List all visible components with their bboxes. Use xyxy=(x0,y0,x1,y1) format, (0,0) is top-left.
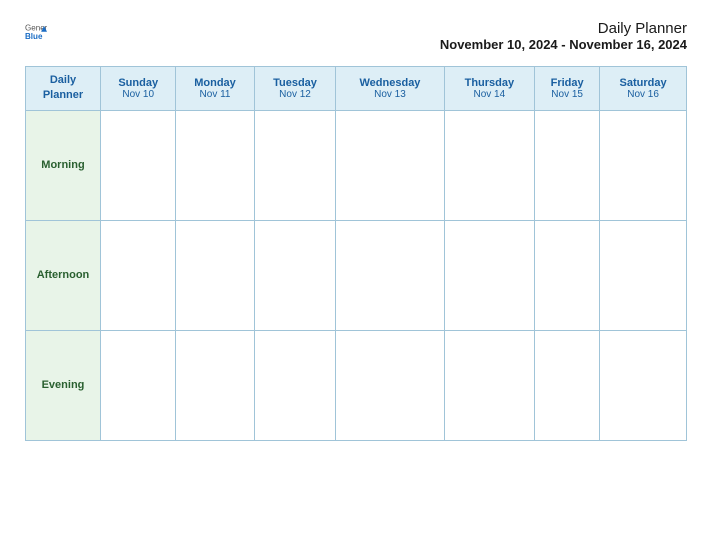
cell-evening-wednesday[interactable] xyxy=(336,330,444,440)
row-label-morning: Morning xyxy=(26,110,101,220)
cell-evening-friday[interactable] xyxy=(535,330,600,440)
table-row-morning: Morning xyxy=(26,110,687,220)
cell-evening-saturday[interactable] xyxy=(600,330,687,440)
day-header-sunday: Sunday Nov 10 xyxy=(101,67,176,111)
day-header-thursday: Thursday Nov 14 xyxy=(444,67,535,111)
cell-afternoon-sunday[interactable] xyxy=(101,220,176,330)
row-label-evening: Evening xyxy=(26,330,101,440)
svg-text:Blue: Blue xyxy=(25,32,43,41)
cell-evening-monday[interactable] xyxy=(176,330,254,440)
cell-afternoon-saturday[interactable] xyxy=(600,220,687,330)
header-label-line2: Planner xyxy=(43,89,83,101)
header: General Blue Daily Planner November 10, … xyxy=(25,20,687,52)
day-name-saturday: Saturday xyxy=(604,77,682,89)
generalblue-logo-icon: General Blue xyxy=(25,20,47,42)
day-name-sunday: Sunday xyxy=(105,77,171,89)
cell-afternoon-monday[interactable] xyxy=(176,220,254,330)
day-header-friday: Friday Nov 15 xyxy=(535,67,600,111)
page: General Blue Daily Planner November 10, … xyxy=(0,0,712,550)
day-header-tuesday: Tuesday Nov 12 xyxy=(254,67,336,111)
cell-afternoon-tuesday[interactable] xyxy=(254,220,336,330)
cell-morning-saturday[interactable] xyxy=(600,110,687,220)
day-header-saturday: Saturday Nov 16 xyxy=(600,67,687,111)
cell-afternoon-wednesday[interactable] xyxy=(336,220,444,330)
table-header-row: Daily Planner Sunday Nov 10 Monday Nov 1… xyxy=(26,67,687,111)
table-row-afternoon: Afternoon xyxy=(26,220,687,330)
planner-table: Daily Planner Sunday Nov 10 Monday Nov 1… xyxy=(25,66,687,441)
header-label-cell: Daily Planner xyxy=(26,67,101,111)
day-name-thursday: Thursday xyxy=(449,77,531,89)
cell-afternoon-thursday[interactable] xyxy=(444,220,535,330)
cell-evening-tuesday[interactable] xyxy=(254,330,336,440)
day-date-tuesday: Nov 12 xyxy=(259,89,332,100)
cell-afternoon-friday[interactable] xyxy=(535,220,600,330)
header-label-line1: Daily xyxy=(50,74,76,86)
cell-morning-friday[interactable] xyxy=(535,110,600,220)
cell-morning-monday[interactable] xyxy=(176,110,254,220)
cell-morning-thursday[interactable] xyxy=(444,110,535,220)
day-name-monday: Monday xyxy=(180,77,249,89)
cell-morning-wednesday[interactable] xyxy=(336,110,444,220)
day-date-sunday: Nov 10 xyxy=(105,89,171,100)
day-date-monday: Nov 11 xyxy=(180,89,249,100)
cell-morning-sunday[interactable] xyxy=(101,110,176,220)
title-section: Daily Planner November 10, 2024 - Novemb… xyxy=(440,20,687,52)
day-name-wednesday: Wednesday xyxy=(340,77,439,89)
planner-title: Daily Planner xyxy=(440,20,687,37)
row-label-afternoon: Afternoon xyxy=(26,220,101,330)
cell-evening-sunday[interactable] xyxy=(101,330,176,440)
table-row-evening: Evening xyxy=(26,330,687,440)
day-name-friday: Friday xyxy=(539,77,595,89)
logo-section: General Blue xyxy=(25,20,47,42)
day-date-saturday: Nov 16 xyxy=(604,89,682,100)
day-date-wednesday: Nov 13 xyxy=(340,89,439,100)
cell-evening-thursday[interactable] xyxy=(444,330,535,440)
date-range: November 10, 2024 - November 16, 2024 xyxy=(440,37,687,52)
day-date-friday: Nov 15 xyxy=(539,89,595,100)
day-header-monday: Monday Nov 11 xyxy=(176,67,254,111)
day-date-thursday: Nov 14 xyxy=(449,89,531,100)
day-header-wednesday: Wednesday Nov 13 xyxy=(336,67,444,111)
cell-morning-tuesday[interactable] xyxy=(254,110,336,220)
day-name-tuesday: Tuesday xyxy=(259,77,332,89)
